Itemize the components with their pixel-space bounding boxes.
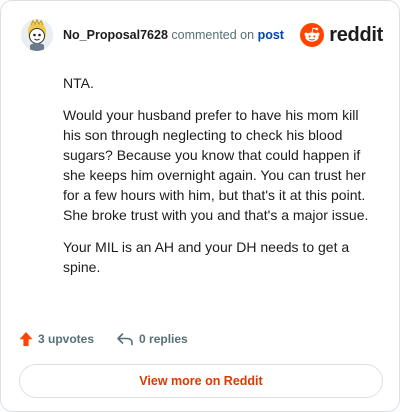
comment-embed-card: No_Proposal7628 commented on post reddit… bbox=[0, 0, 400, 412]
username-link[interactable]: No_Proposal7628 bbox=[63, 28, 168, 42]
replies-count: 0 replies bbox=[139, 332, 188, 346]
comment-header: No_Proposal7628 commented on post reddit bbox=[21, 17, 383, 53]
avatar[interactable] bbox=[21, 19, 53, 51]
avatar-icon bbox=[21, 19, 53, 51]
reddit-wordmark: reddit bbox=[329, 23, 383, 46]
comment-paragraph: NTA. bbox=[63, 75, 94, 91]
comment-meta: No_Proposal7628 commented on post bbox=[63, 28, 284, 42]
upvote-arrow-icon bbox=[19, 332, 33, 346]
upvotes-stat[interactable]: 3 upvotes bbox=[19, 331, 94, 347]
comment-footer: 3 upvotes 0 replies bbox=[19, 331, 188, 347]
post-link[interactable]: post bbox=[258, 28, 284, 42]
comment-body: NTA. Would your husband prefer to have h… bbox=[63, 73, 379, 289]
replies-stat[interactable]: 0 replies bbox=[116, 331, 188, 347]
action-text: commented on bbox=[171, 28, 255, 42]
comment-paragraph: Your MIL is an AH and your DH needs to g… bbox=[63, 239, 350, 275]
reddit-brand-link[interactable]: reddit bbox=[300, 23, 383, 47]
comment-paragraph: Would your husband prefer to have his mo… bbox=[63, 107, 369, 223]
reddit-logo-icon bbox=[300, 23, 325, 47]
upvotes-count: 3 upvotes bbox=[38, 332, 95, 346]
reply-arrow-icon bbox=[117, 333, 133, 346]
view-more-button[interactable]: View more on Reddit bbox=[19, 364, 383, 398]
